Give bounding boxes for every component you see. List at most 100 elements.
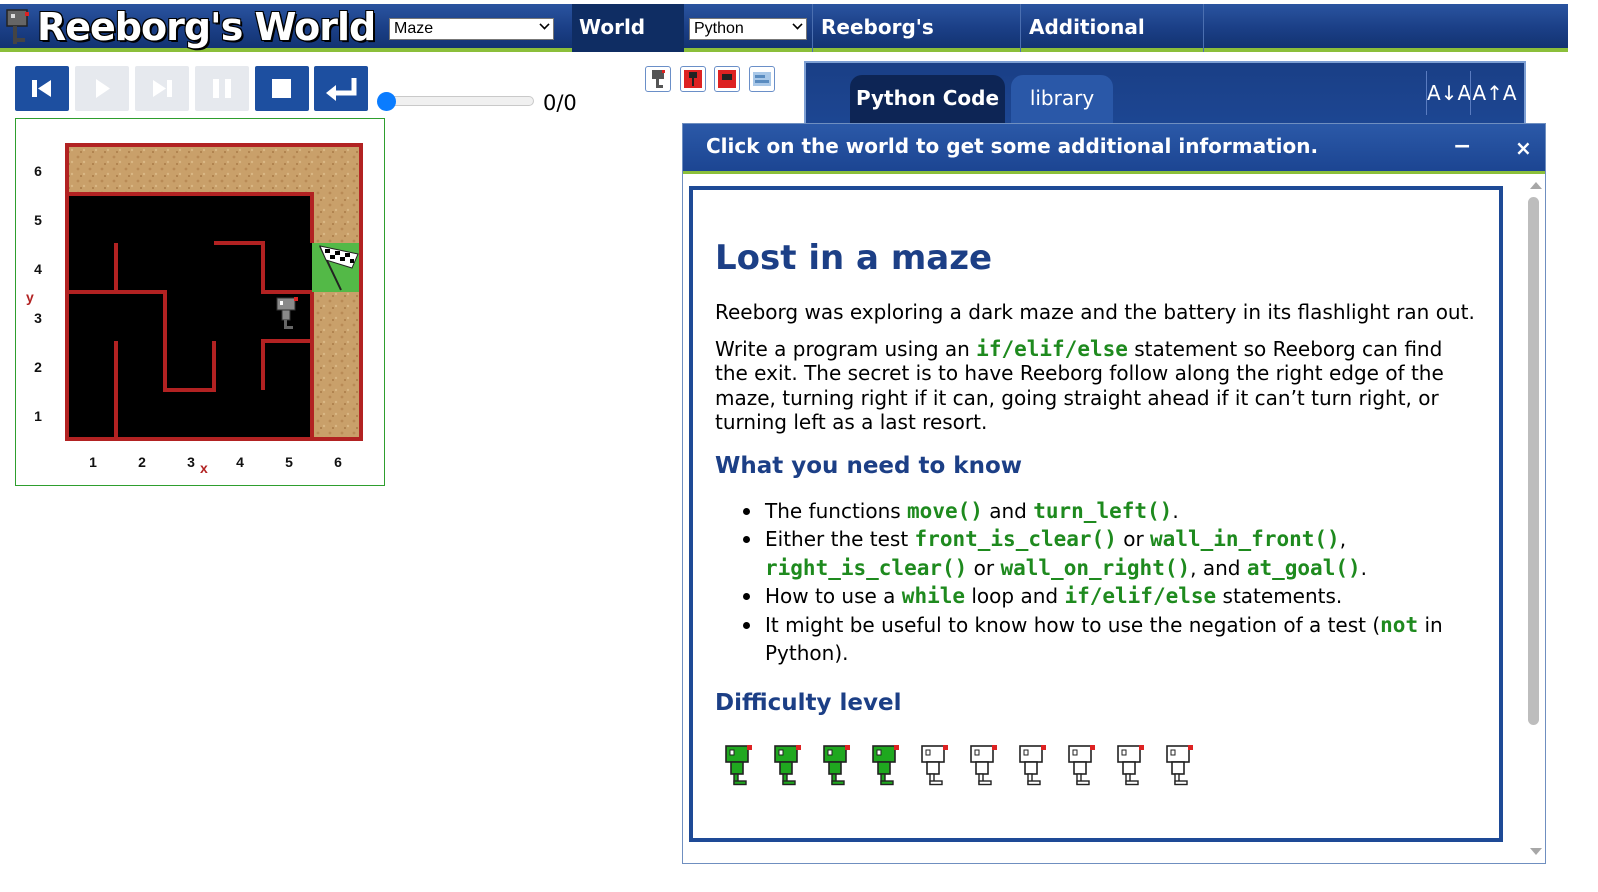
scrollbar-thumb[interactable] <box>1528 197 1539 725</box>
code-snippet: if/elif/else <box>976 336 1128 361</box>
speed-slider-track[interactable] <box>386 96 534 106</box>
text: The functions <box>765 498 908 523</box>
y-tick: 3 <box>34 310 42 326</box>
app-title: Reeborg's World <box>37 5 376 49</box>
speed-slider-thumb[interactable] <box>377 92 396 111</box>
text: Write a program using an <box>715 336 977 361</box>
list-item: The functions move() and turn_left(). <box>743 497 1449 526</box>
difficulty-robot-filled-icon <box>823 744 850 785</box>
requirements-list: The functions move() and turn_left(). Ei… <box>743 497 1499 668</box>
difficulty-robot-empty-icon <box>1068 744 1095 785</box>
difficulty-robot-empty-icon <box>1019 744 1046 785</box>
y-tick: 6 <box>34 163 42 179</box>
robot-icon <box>652 70 665 88</box>
stop-icon <box>272 79 291 98</box>
page-title: Lost in a maze <box>715 238 993 278</box>
code-snippet: at_goal() <box>1246 555 1361 580</box>
text: Either the test <box>765 527 915 551</box>
x-tick: 1 <box>89 454 97 470</box>
difficulty-robot-filled-icon <box>725 744 752 785</box>
return-arrow-icon <box>326 78 357 101</box>
trace-icon <box>718 70 736 88</box>
list-item: Either the test front_is_clear() or wall… <box>743 525 1449 582</box>
dialog-titlebar[interactable]: Click on the world to get some additiona… <box>683 124 1545 174</box>
intro-paragraph: Reeborg was exploring a dark maze and th… <box>715 300 1475 324</box>
section-heading: What you need to know <box>715 452 1023 479</box>
code-snippet: wall_on_right() <box>1000 555 1191 580</box>
top-menu-bar: Reeborg's World Maze World Info Python R… <box>0 4 1568 85</box>
text: , <box>1339 527 1347 551</box>
code-snippet: not <box>1380 612 1419 637</box>
highlight-robot-icon <box>684 70 702 88</box>
pause-icon <box>213 79 231 98</box>
world-info-dialog: Click on the world to get some additiona… <box>682 123 1546 864</box>
edit-world-button[interactable] <box>749 66 775 92</box>
editor-panel: Python Code library A↓A A↑A <box>804 61 1526 133</box>
language-select[interactable]: Python <box>689 18 807 40</box>
x-axis-label: x <box>200 460 208 476</box>
reload-button[interactable] <box>15 66 69 111</box>
highlight-button[interactable] <box>680 66 706 92</box>
text: or <box>967 555 1001 580</box>
text: and <box>982 498 1034 523</box>
play-icon <box>96 79 110 98</box>
scroll-down-icon[interactable] <box>1530 848 1542 855</box>
step-forward-icon <box>153 80 172 97</box>
y-tick: 2 <box>34 359 42 375</box>
maze-floor <box>67 194 312 439</box>
code-snippet: right_is_clear() <box>765 555 968 580</box>
scroll-up-icon[interactable] <box>1530 182 1542 189</box>
code-snippet: wall_in_front() <box>1150 527 1340 551</box>
code-snippet: turn_left() <box>1033 498 1173 523</box>
world-info-button[interactable]: World Info <box>572 4 684 85</box>
y-tick: 5 <box>34 212 42 228</box>
y-tick: 4 <box>34 261 42 277</box>
difficulty-robot-filled-icon <box>872 744 899 785</box>
text: loop and <box>965 584 1065 608</box>
pause-button[interactable] <box>195 66 249 111</box>
x-tick: 3 <box>187 454 195 470</box>
close-button[interactable]: × <box>1515 136 1532 160</box>
trace-button[interactable] <box>714 66 740 92</box>
reeborg-logo-icon <box>6 9 29 44</box>
maze-world[interactable]: 6 5 4 3 2 1 1 2 3 4 5 6 y x <box>15 118 385 486</box>
difficulty-robot-empty-icon <box>921 744 948 785</box>
stop-button[interactable] <box>255 66 309 111</box>
step-counter: 0/0 <box>543 91 577 115</box>
chevron-down-icon <box>539 19 550 30</box>
skip-back-icon <box>32 80 51 97</box>
code-snippet: while <box>901 584 966 608</box>
y-tick: 1 <box>34 408 42 424</box>
world-select-value: Maze <box>394 20 434 37</box>
text: . <box>1172 498 1179 523</box>
difficulty-robot-empty-icon <box>1117 744 1144 785</box>
text: or <box>1116 527 1151 551</box>
edit-world-icon <box>753 72 771 86</box>
list-item: It might be useful to know how to use th… <box>743 611 1449 668</box>
decrease-font-button[interactable]: A↓A <box>1426 71 1471 115</box>
additional-options-button[interactable]: Additional options <box>1020 4 1204 85</box>
world-description: Lost in a maze Reeborg was exploring a d… <box>689 186 1503 842</box>
list-item: How to use a while loop and if/elif/else… <box>743 582 1449 611</box>
difficulty-robot-empty-icon <box>970 744 997 785</box>
robot-model-button[interactable] <box>645 66 671 92</box>
keyboard-button[interactable]: Reeborg's keyboard <box>812 4 1017 85</box>
minimize-button[interactable]: − <box>1453 134 1471 164</box>
step-button[interactable] <box>135 66 189 111</box>
run-button[interactable] <box>75 66 129 111</box>
world-select[interactable]: Maze <box>389 18 554 40</box>
code-snippet: front_is_clear() <box>914 527 1117 551</box>
code-snippet: move() <box>907 498 983 523</box>
text: statements. <box>1216 584 1343 608</box>
reverse-step-button[interactable] <box>314 66 368 111</box>
x-tick: 2 <box>138 454 146 470</box>
difficulty-robot-empty-icon <box>1166 744 1193 785</box>
x-tick: 5 <box>285 454 293 470</box>
text: It might be useful to know how to use th… <box>765 612 1381 637</box>
increase-font-button[interactable]: A↑A <box>1470 71 1518 115</box>
text: , and <box>1190 555 1247 580</box>
x-tick: 6 <box>334 454 342 470</box>
code-snippet: if/elif/else <box>1064 584 1217 608</box>
text: . <box>1360 555 1367 580</box>
difficulty-rating <box>723 744 1499 786</box>
